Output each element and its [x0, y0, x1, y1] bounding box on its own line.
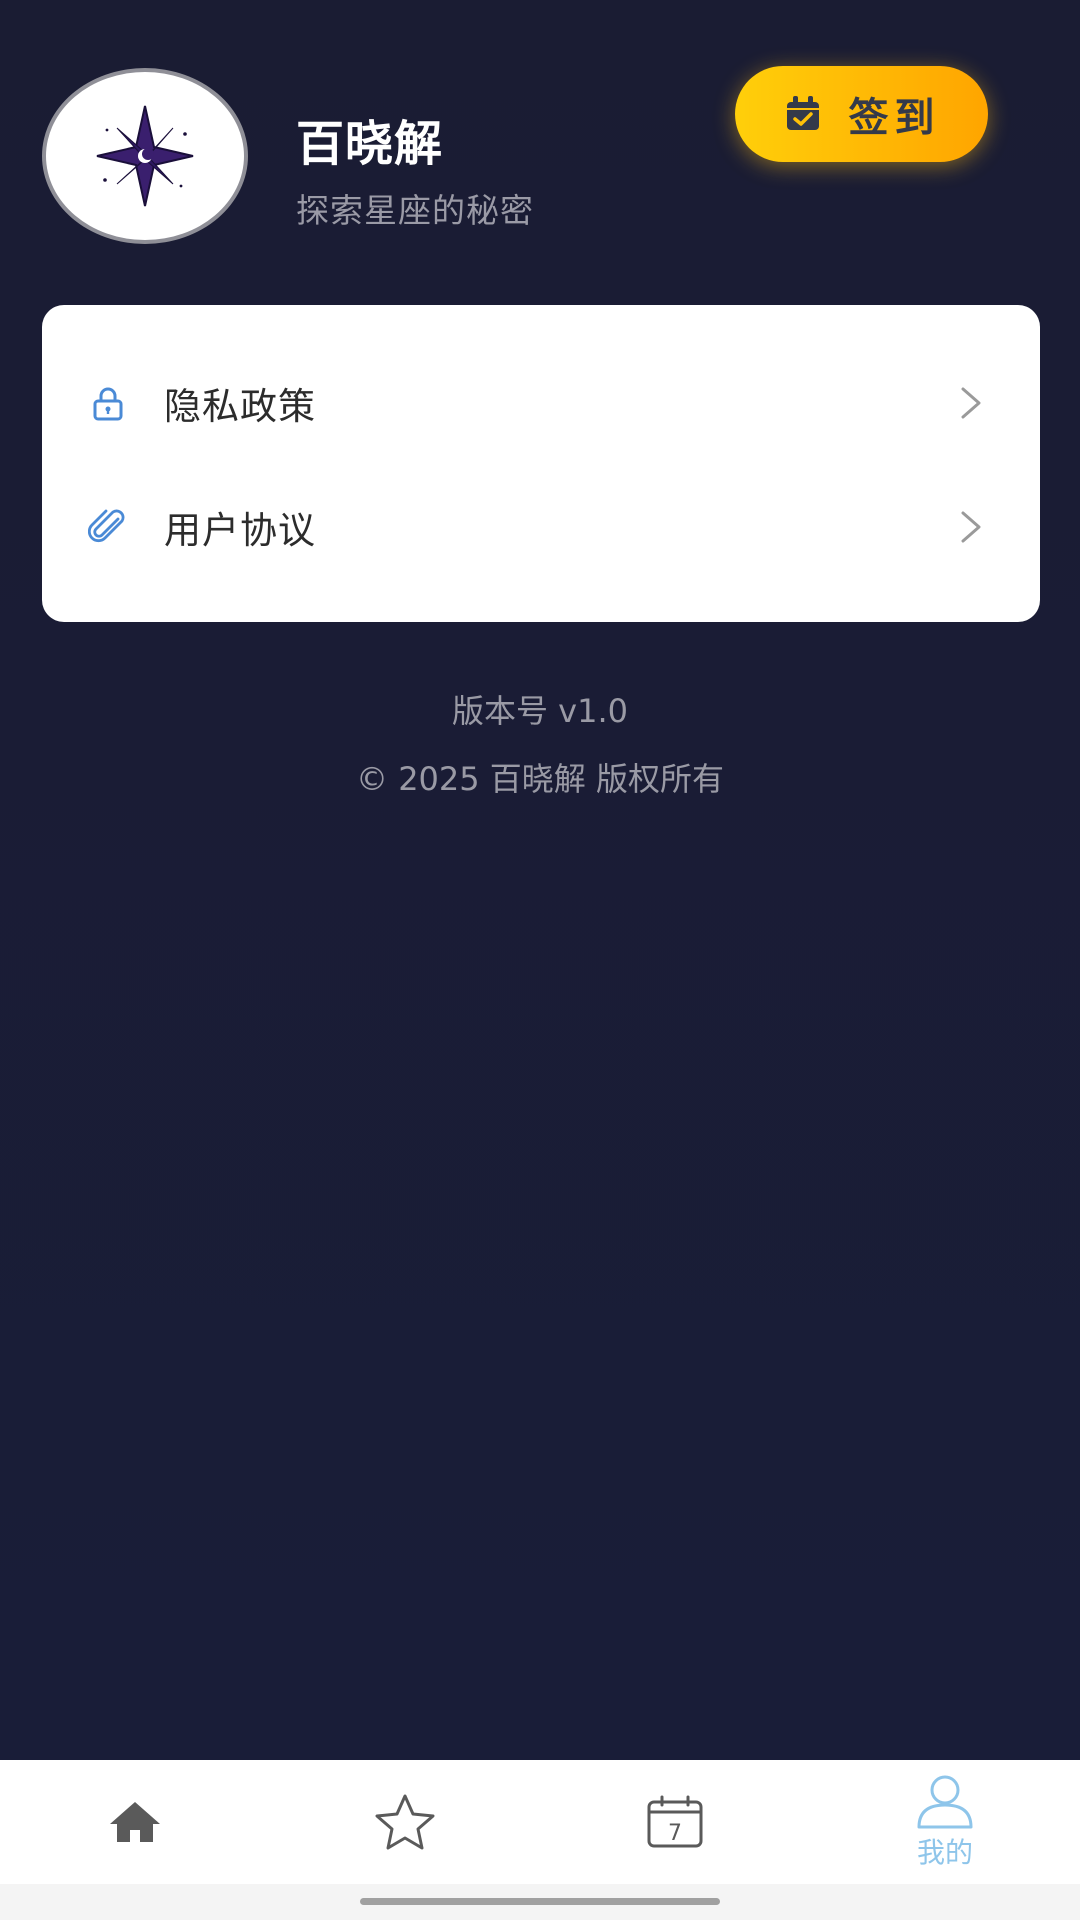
app-tagline: 探索星座的秘密 [296, 191, 534, 230]
star-icon [375, 1794, 435, 1850]
calendar-icon: 7 [647, 1795, 703, 1848]
app-name: 百晓解 [296, 116, 444, 172]
user-icon [917, 1775, 973, 1829]
nav-item-calendar[interactable]: 7 [540, 1760, 810, 1884]
menu-item-label: 用户协议 [164, 509, 316, 552]
lock-icon [88, 383, 128, 423]
version-text: 版本号 v1.0 [451, 692, 628, 730]
nav-item-mine[interactable]: 我的 [810, 1760, 1080, 1884]
menu-item-privacy-policy[interactable]: 隐私政策 [42, 348, 1040, 458]
checkin-button[interactable]: 签到 [735, 66, 988, 162]
nav-item-home[interactable] [0, 1760, 270, 1884]
avatar[interactable] [42, 68, 248, 244]
checkin-label: 签到 [848, 95, 941, 141]
gesture-bar[interactable] [360, 1898, 720, 1905]
calendar-day-number: 7 [668, 1821, 682, 1846]
star-compass-logo-icon [96, 105, 194, 207]
calendar-check-icon [786, 96, 819, 130]
nav-label-mine: 我的 [916, 1836, 973, 1869]
menu-item-user-agreement[interactable]: 用户协议 [42, 472, 1040, 582]
copyright-text: © 2025 百晓解 版权所有 [356, 760, 724, 798]
bottom-nav: 7 我的 [0, 1760, 1080, 1884]
chevron-right-icon [950, 383, 990, 423]
menu-item-label: 隐私政策 [164, 385, 316, 428]
menu-card: 隐私政策 用户协议 [42, 305, 1040, 622]
profile-screen: 百晓解 探索星座的秘密 签到 隐私政策 用户协议 版本号 v1.0 © 2025… [0, 0, 1080, 1760]
nav-item-favorites[interactable] [270, 1760, 540, 1884]
gesture-area [0, 1884, 1080, 1920]
chevron-right-icon [950, 507, 990, 547]
home-icon [110, 1802, 160, 1842]
paperclip-icon [88, 507, 128, 547]
